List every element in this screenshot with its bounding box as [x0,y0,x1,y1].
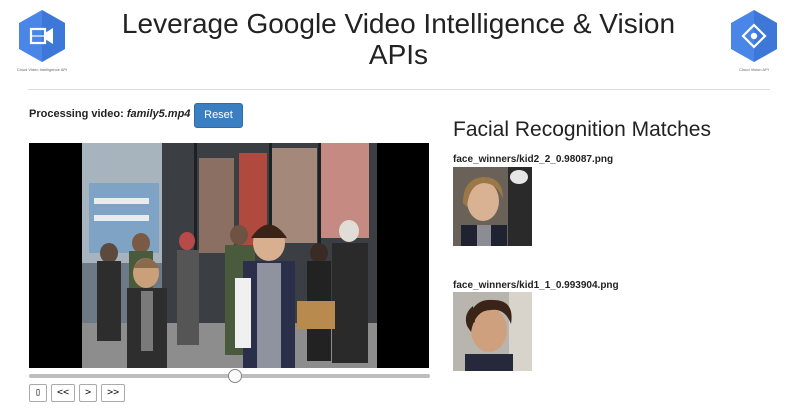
player-controls: ▯ << > >> [29,384,126,402]
rewind-button[interactable]: << [51,384,76,402]
match-thumbnail [453,167,532,246]
video-intelligence-caption: Cloud Video Intelligence API [16,67,68,72]
page: Cloud Video Intelligence API Leverage Go… [0,0,797,413]
face-match-image [453,292,532,371]
video-intelligence-hexagon-icon [19,10,65,62]
vision-logo: Cloud Vision API [722,8,786,78]
processing-status: Processing video: family5.mp4 [29,108,190,120]
face-match-image [453,167,532,246]
video-frame [29,143,429,368]
seek-slider[interactable] [29,369,430,383]
play-pause-button[interactable]: ▯ [29,384,48,402]
step-forward-button[interactable]: > [79,384,98,402]
match-thumbnail [453,292,532,371]
page-title: Leverage Google Video Intelligence & Vis… [121,8,676,70]
video-intelligence-logo: Cloud Video Intelligence API [10,8,74,78]
processing-prefix: Processing video: [29,108,124,120]
seek-thumb[interactable] [227,369,242,383]
reset-button[interactable]: Reset [194,103,243,128]
video-player[interactable] [29,143,429,368]
processing-filename: family5.mp4 [126,108,191,120]
vision-caption: Cloud Vision API [739,67,769,72]
header-divider [28,89,770,90]
match-filename: face_winners/kid1_1_0.993904.png [453,280,619,291]
match-filename: face_winners/kid2_2_0.98087.png [453,154,614,165]
matches-heading: Facial Recognition Matches [453,118,711,141]
fast-forward-button[interactable]: >> [101,384,126,402]
vision-hexagon-icon [731,10,777,62]
